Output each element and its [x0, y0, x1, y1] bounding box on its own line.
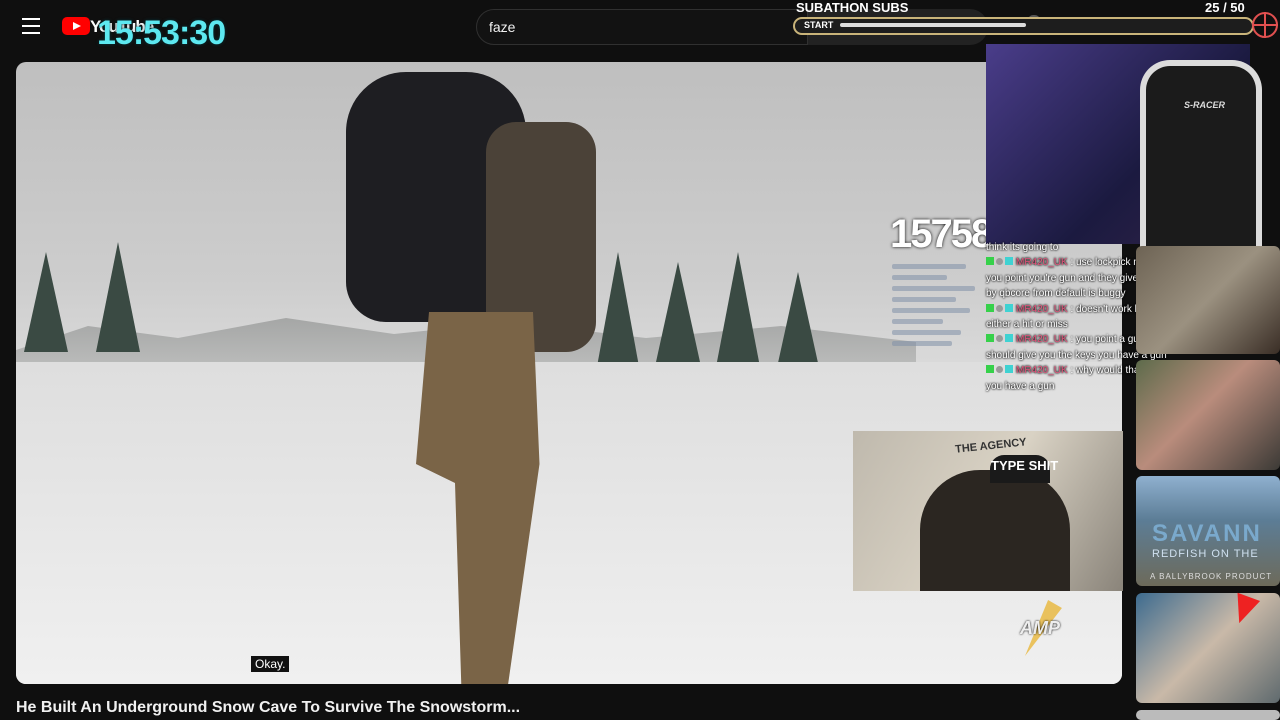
crosshair-icon — [1252, 12, 1278, 38]
chat-username: MR420_UK — [1016, 334, 1068, 346]
video-title: He Built An Underground Snow Cave To Sur… — [16, 699, 521, 716]
recommended-thumbnail[interactable] — [1136, 360, 1280, 470]
search-input[interactable]: faze — [476, 9, 808, 45]
subathon-count: 25 / 50 — [1205, 0, 1245, 15]
gift-badge-icon — [1005, 303, 1013, 312]
tree — [96, 242, 140, 352]
subathon-progress-fill — [840, 23, 1026, 27]
menu-icon[interactable] — [22, 18, 40, 34]
tree — [656, 262, 700, 362]
cap-text: TYPE SHIT — [991, 458, 1059, 473]
gift-badge-icon — [1005, 334, 1013, 343]
circle-badge-icon — [996, 335, 1003, 343]
score-counter: 15758 — [890, 212, 993, 256]
kick-badge-icon — [986, 257, 994, 266]
kick-badge-icon — [986, 365, 994, 374]
kick-badge-icon — [986, 303, 994, 312]
kick-badge-icon — [986, 334, 994, 343]
thumbnail-title-text: SAVANN — [1152, 520, 1262, 547]
chat-username: MR420_UK — [1016, 365, 1068, 377]
gaming-chair — [1140, 60, 1262, 251]
amp-logo: AMP — [1020, 618, 1060, 638]
stream-clock: 15:53:30 — [97, 14, 226, 52]
guest-person — [920, 470, 1070, 591]
caption-text: Okay. — [251, 656, 290, 672]
tree — [776, 272, 820, 372]
circle-badge-icon — [996, 366, 1003, 374]
chat-faded-lines — [892, 258, 984, 378]
circle-badge-icon — [996, 304, 1003, 312]
youtube-logo-icon[interactable] — [62, 17, 90, 35]
gift-badge-icon — [1005, 365, 1013, 374]
thumbnail-brand-text: A BALLYBROOK PRODUCT — [1150, 572, 1273, 581]
recommended-thumbnail[interactable] — [1136, 710, 1280, 720]
subathon-start-label: START — [804, 20, 834, 30]
tree — [24, 252, 68, 352]
chat-username: MR420_UK — [1016, 257, 1068, 269]
chat-username: MR420_UK — [1016, 303, 1068, 315]
tree — [596, 252, 640, 372]
tree — [716, 252, 760, 367]
chair-brand-label: S-RACER — [1184, 100, 1226, 110]
thumbnail-subtitle-text: REDFISH ON THE — [1152, 548, 1259, 560]
gift-badge-icon — [1005, 257, 1013, 266]
recommended-thumbnail[interactable] — [1136, 246, 1280, 354]
subathon-title: SUBATHON SUBS — [796, 0, 909, 15]
recommended-thumbnail[interactable] — [1136, 593, 1280, 703]
circle-badge-icon — [996, 258, 1003, 266]
search-value: faze — [489, 19, 516, 35]
